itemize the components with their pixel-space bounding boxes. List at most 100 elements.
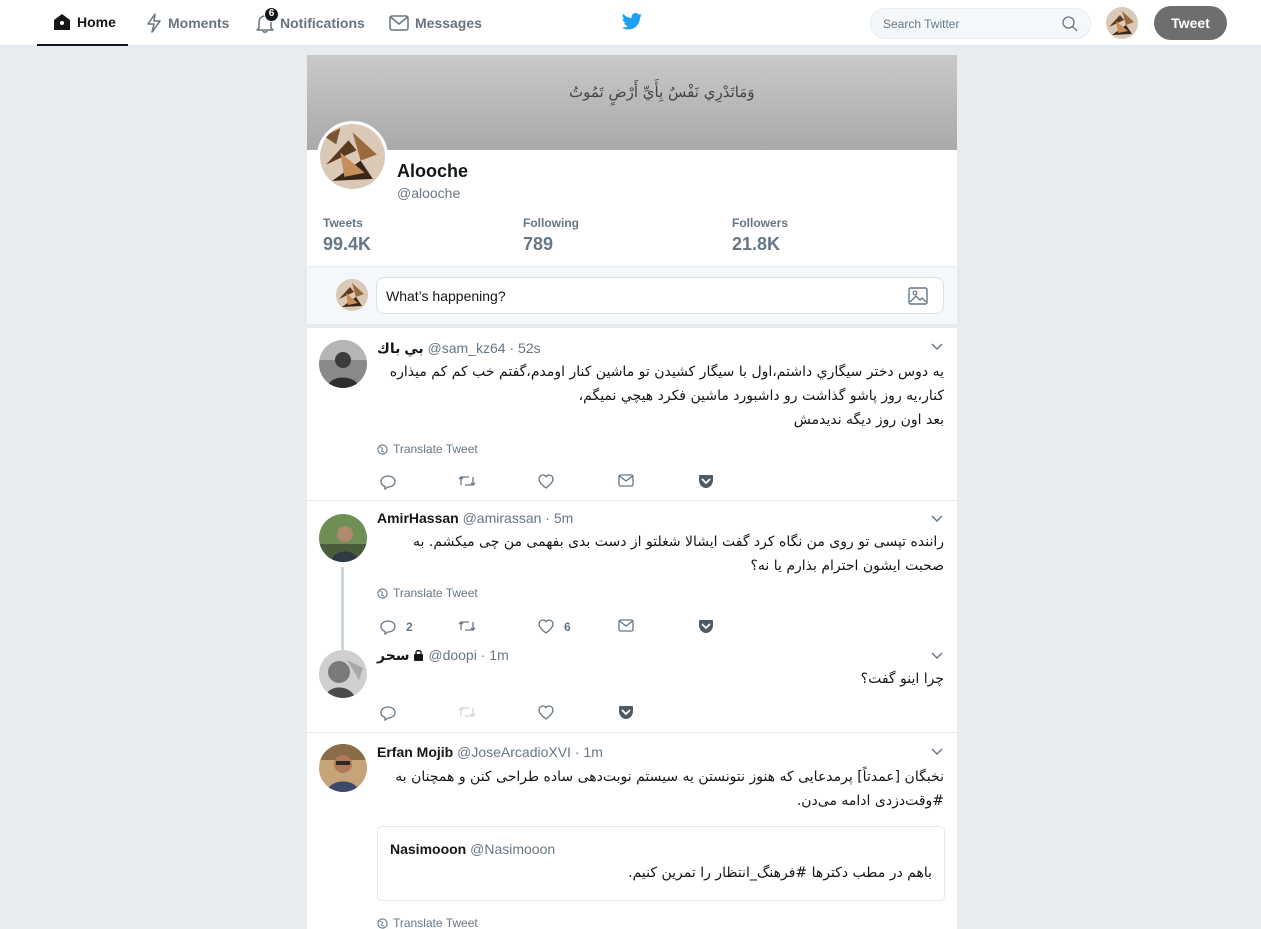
tweet-text-line: کنار،یه روز پاشو گذاشت رو داشبورد ماشین … [578, 388, 944, 404]
reply-button[interactable] [380, 705, 406, 721]
chevron-down-icon[interactable] [931, 343, 943, 351]
envelope-icon [618, 619, 634, 632]
tweet-dot: · [545, 510, 554, 526]
tweet-avatar[interactable] [319, 340, 367, 388]
tweet-button[interactable]: Tweet [1154, 6, 1227, 40]
tweet-text-line: راننده تپسی تو روی من نگاه کرد گفت ایشال… [413, 534, 944, 550]
tweet-author-handle[interactable]: @JoseArcadioXVI [457, 744, 571, 760]
tweet-author-name[interactable]: AmirHassan [377, 510, 459, 526]
tweet-author-handle[interactable]: @sam_kz64 [428, 340, 506, 356]
like-button[interactable] [538, 705, 564, 720]
reply-button[interactable]: 2 [380, 619, 413, 635]
tweet-timestamp[interactable]: 52s [518, 340, 541, 356]
tweet-text-line: #وقت‌دزدی ادامه می‌دن. [796, 793, 944, 809]
pocket-button[interactable] [618, 705, 644, 720]
tweet-avatar[interactable] [319, 514, 367, 562]
stat-label: Following [523, 216, 579, 230]
tweet-actions: 2 6 [380, 619, 780, 639]
profile-banner[interactable]: وَمَاتَدْرِي نَفْسٌ بِأَيِّ أَرْضٍ تَمُو… [307, 55, 957, 150]
nav-home[interactable]: Home [37, 0, 128, 46]
profile-handle[interactable]: @alooche [397, 185, 460, 201]
chevron-down-icon[interactable] [931, 515, 943, 523]
add-photo-icon[interactable] [908, 287, 928, 305]
tweet-text: نخبگان [عمدتاً] پرمدعایی که هنوز نتونستن… [377, 765, 944, 813]
quoted-tweet-header: Nasimooon @Nasimooon [390, 841, 555, 857]
nav-messages[interactable]: Messages [389, 0, 482, 46]
profile-name[interactable]: Alooche [397, 161, 468, 182]
nav-notifications[interactable]: 6 Notifications [256, 0, 365, 46]
translate-tweet-link[interactable]: Translate Tweet [377, 916, 478, 929]
search-icon[interactable] [1062, 16, 1078, 32]
tweet-item[interactable]: Erfan Mojib @JoseArcadioXVI · 1m نخبگان … [307, 734, 957, 929]
timeline: بي باك @sam_kz64 · 52s یه دوس دختر سیگار… [307, 328, 957, 929]
tweet-author-name[interactable]: سحر [377, 647, 410, 663]
tweet-header: بي باك @sam_kz64 · 52s [377, 340, 541, 357]
translate-label: Translate Tweet [393, 442, 478, 456]
search-box[interactable] [870, 8, 1091, 39]
retweet-button[interactable] [458, 474, 486, 488]
account-avatar[interactable] [1106, 7, 1138, 39]
tweet-author-name[interactable]: Erfan Mojib [377, 744, 453, 760]
stat-value: 789 [523, 234, 554, 254]
tweet-dot: · [480, 647, 490, 663]
globe-icon [377, 587, 388, 599]
stat-following[interactable]: Following 789 [523, 216, 579, 255]
reply-icon [380, 620, 396, 635]
search-input[interactable] [883, 16, 1058, 31]
like-count: 6 [564, 619, 571, 634]
tweet-actions [380, 474, 780, 494]
tweet-composer [307, 267, 957, 325]
avatar-image [1106, 7, 1138, 39]
reply-button[interactable] [380, 474, 406, 490]
translate-label: Translate Tweet [393, 586, 478, 600]
direct-message-button[interactable] [618, 619, 644, 632]
pocket-button[interactable] [698, 474, 724, 489]
like-button[interactable] [538, 474, 564, 489]
tweet-actions [380, 705, 780, 725]
tweet-author-handle[interactable]: @doopi [428, 647, 476, 663]
compose-input[interactable] [376, 277, 944, 314]
tweet-avatar[interactable] [319, 650, 367, 698]
avatar-image [319, 514, 367, 562]
stat-followers[interactable]: Followers 21.8K [732, 216, 788, 255]
retweet-icon [458, 621, 476, 631]
globe-icon [377, 917, 388, 929]
lightning-icon [147, 13, 161, 33]
tweet-author-handle[interactable]: @amirassan [463, 510, 542, 526]
tweet-item[interactable]: بي باك @sam_kz64 · 52s یه دوس دختر سیگار… [307, 328, 957, 501]
profile-avatar-image [320, 124, 385, 189]
tweet-text-line: چرا اینو گفت؟ [860, 671, 944, 687]
reply-icon [380, 706, 396, 721]
thread-connector [341, 567, 344, 651]
quoted-tweet[interactable]: Nasimooon @Nasimooon باهم در مطب دکترها … [377, 826, 945, 901]
envelope-icon [618, 474, 634, 487]
translate-tweet-link[interactable]: Translate Tweet [377, 586, 478, 600]
twitter-bird-icon[interactable] [621, 13, 643, 31]
nav-notifications-label: Notifications [280, 15, 365, 31]
tweet-item[interactable]: AmirHassan @amirassan · 5m راننده تپسی ت… [307, 502, 957, 733]
retweet-button[interactable] [458, 619, 486, 633]
nav-moments[interactable]: Moments [146, 0, 229, 46]
tweet-avatar[interactable] [319, 744, 367, 792]
tweet-author-name[interactable]: بي باك [377, 340, 424, 356]
pocket-button[interactable] [698, 619, 724, 634]
tweet-timestamp[interactable]: 5m [554, 510, 573, 526]
heart-icon [538, 705, 554, 720]
reply-count: 2 [406, 620, 413, 634]
retweet-icon [458, 707, 476, 717]
profile-card: وَمَاتَدْرِي نَفْسٌ بِأَيِّ أَرْضٍ تَمُو… [307, 55, 957, 266]
tweet-timestamp[interactable]: 1m [489, 647, 508, 663]
chevron-down-icon[interactable] [931, 652, 943, 660]
tweet-timestamp[interactable]: 1m [583, 744, 602, 760]
chevron-down-icon[interactable] [931, 748, 943, 756]
nav-home-label: Home [77, 14, 116, 30]
stat-value: 99.4K [323, 234, 372, 254]
tweet-header: AmirHassan @amirassan · 5m [377, 510, 573, 526]
translate-tweet-link[interactable]: Translate Tweet [377, 442, 478, 456]
like-button[interactable]: 6 [538, 619, 571, 634]
profile-avatar[interactable] [317, 121, 388, 192]
stat-tweets[interactable]: Tweets 99.4K [323, 216, 371, 255]
direct-message-button[interactable] [618, 474, 644, 487]
composer-avatar [336, 279, 368, 311]
avatar-image [319, 650, 367, 698]
